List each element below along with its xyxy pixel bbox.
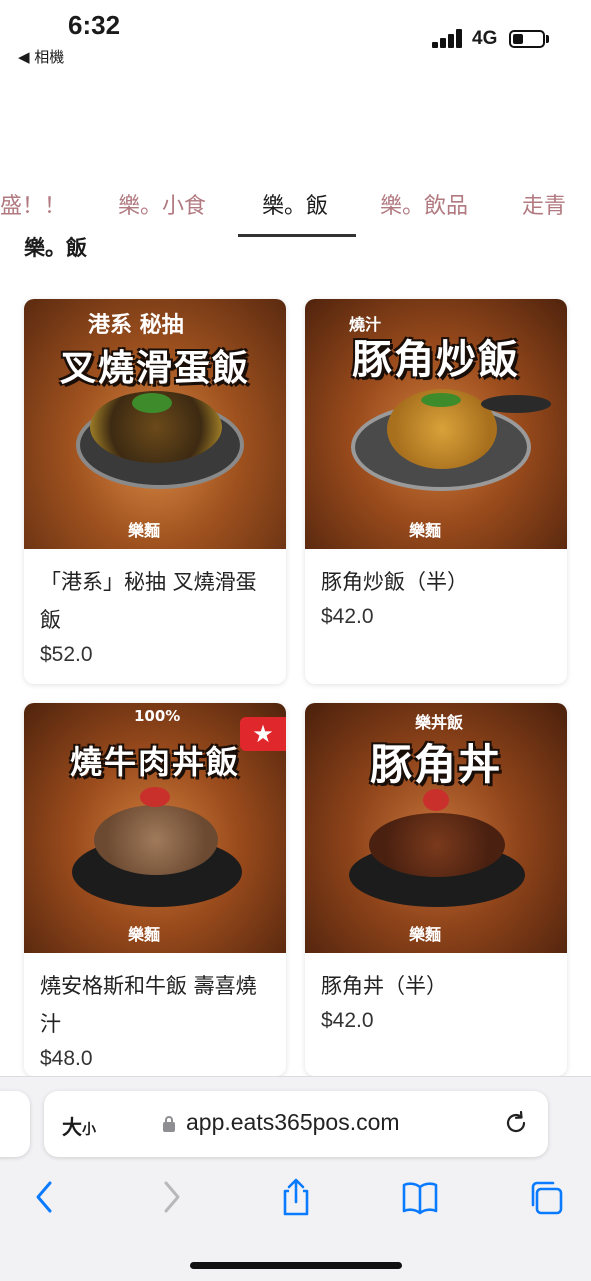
address-bar[interactable]: 大小 app.eats365pos.com (44, 1091, 548, 1157)
tab-rice[interactable]: 樂。飯 (262, 188, 328, 220)
battery-icon (509, 30, 545, 48)
tab-no-greens[interactable]: 走青 (522, 188, 566, 220)
reload-icon[interactable] (502, 1109, 530, 1137)
tab-sheng[interactable]: 盛！！ (0, 188, 66, 220)
product-card[interactable]: 港系 秘抽 叉燒滑蛋飯 樂麵 「港系」秘抽 叉燒滑蛋飯 $52.0 (24, 299, 286, 684)
active-tab-indicator (238, 234, 356, 237)
lock-icon (163, 1116, 175, 1132)
featured-star-icon: ★ (240, 717, 286, 751)
url-text: app.eats365pos.com (186, 1109, 400, 1135)
bookmarks-icon[interactable] (402, 1177, 438, 1217)
restaurant-logo: 樂麵 (128, 521, 161, 540)
network-type: 4G (472, 28, 498, 49)
image-headline: 叉燒滑蛋飯 (59, 348, 250, 389)
restaurant-logo: 樂麵 (128, 925, 161, 944)
product-name: 豚角炒飯（半） (321, 570, 468, 594)
battery-cap (546, 35, 549, 43)
back-to-camera-link[interactable]: ◀ 相機 (18, 46, 64, 67)
product-card[interactable]: 100% 燒牛肉丼飯 ★ 樂麵 燒安格斯和牛飯 壽喜燒汁 $48.0 (24, 703, 286, 1076)
product-price: $42.0 (321, 605, 374, 628)
text-size-small: 小 (82, 1122, 96, 1138)
restaurant-logo: 樂麵 (409, 925, 442, 944)
image-headline: 豚角炒飯 (352, 337, 520, 383)
forward-chevron-icon[interactable] (154, 1177, 190, 1217)
status-time: 6:32 (68, 10, 121, 40)
text-size-button[interactable]: 大小 (62, 1111, 96, 1140)
product-card[interactable]: 樂丼飯 豚角丼 樂麵 豚角丼（半） $42.0 (305, 703, 567, 1076)
product-card[interactable]: 燒汁 豚角炒飯 樂麵 豚角炒飯（半） $42.0 (305, 299, 567, 684)
browser-toolbar: 大小 app.eats365pos.com (0, 1076, 591, 1281)
tab-drinks[interactable]: 樂。飲品 (380, 188, 468, 220)
product-image: 100% 燒牛肉丼飯 ★ 樂麵 (24, 703, 286, 953)
tab-snacks[interactable]: 樂。小食 (118, 188, 206, 220)
product-name: 豚角丼（半） (321, 974, 447, 998)
product-price: $52.0 (40, 643, 93, 666)
image-subtitle: 100% (134, 707, 181, 725)
category-tabs: 盛！！ 樂。小食 樂。飯 樂。飲品 走青 (0, 180, 591, 238)
restaurant-logo: 樂麵 (409, 521, 442, 540)
section-title: 樂。飯 (24, 236, 87, 260)
previous-tab-preview[interactable] (0, 1091, 30, 1157)
share-icon[interactable] (278, 1177, 314, 1217)
product-name: 燒安格斯和牛飯 壽喜燒汁 (40, 974, 257, 1036)
tabs-icon[interactable] (528, 1177, 564, 1217)
cellular-signal-icon (432, 28, 464, 48)
image-subtitle: 樂丼飯 (415, 713, 464, 732)
image-headline: 豚角丼 (369, 740, 502, 789)
product-image: 港系 秘抽 叉燒滑蛋飯 樂麵 (24, 299, 286, 549)
text-size-large: 大 (62, 1115, 82, 1139)
product-name: 「港系」秘抽 叉燒滑蛋飯 (40, 570, 257, 632)
product-image: 燒汁 豚角炒飯 樂麵 (305, 299, 567, 549)
product-image: 樂丼飯 豚角丼 樂麵 (305, 703, 567, 953)
status-bar: 6:32 ◀ 相機 4G (0, 0, 591, 80)
home-indicator (190, 1262, 402, 1269)
product-price: $42.0 (321, 1009, 374, 1032)
back-chevron-icon[interactable] (26, 1177, 62, 1217)
image-subtitle: 港系 秘抽 (88, 313, 184, 338)
product-price: $48.0 (40, 1047, 93, 1070)
